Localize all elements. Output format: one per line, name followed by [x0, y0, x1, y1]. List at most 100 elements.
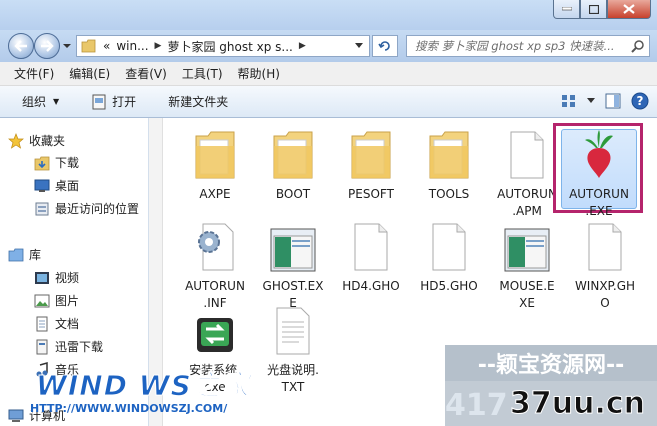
menu-tools[interactable]: 工具(T) [182, 65, 223, 82]
command-bar: 组织 ▼ 打开 新建文件夹 ? [0, 86, 657, 118]
window-controls [553, 0, 651, 19]
file-item[interactable]: TOOLS [409, 126, 489, 203]
nav-desktop[interactable]: 桌面 [34, 177, 79, 194]
file-item[interactable]: HD4.GHO [331, 218, 411, 295]
nav-favorites[interactable]: 收藏夹 [8, 132, 65, 149]
minimize-button[interactable] [553, 0, 580, 19]
watermark-site-name: 37uu.cn [510, 386, 646, 422]
file-name: HD4.GHO [342, 279, 400, 293]
nav-label: 下载 [55, 156, 80, 170]
file-item[interactable]: GHOST.EX E [253, 218, 333, 312]
folder-icon [188, 126, 242, 180]
open-button[interactable]: 打开 [91, 93, 136, 110]
menu-file[interactable]: 文件(F) [14, 65, 54, 82]
file-item[interactable]: AUTORUN .INF [175, 218, 255, 312]
nav-recent-places[interactable]: 最近访问的位置 [34, 200, 139, 217]
file-name: AUTORUN .EXE [569, 187, 629, 218]
settings-file-icon [188, 218, 242, 272]
file-name: TOOLS [428, 187, 470, 201]
breadcrumb-item[interactable]: win... ▶ [116, 39, 161, 53]
close-button[interactable] [607, 0, 651, 19]
svg-text:?: ? [637, 94, 644, 108]
recent-pages-dropdown-icon[interactable] [62, 41, 72, 51]
search-input[interactable]: 搜索 萝卜家园 ghost xp sp3 快速装... [406, 35, 650, 57]
open-label: 打开 [112, 95, 137, 109]
file-item-selected[interactable]: AUTORUN .EXE [561, 129, 637, 218]
breadcrumb-item[interactable]: 萝卜家园 ghost xp s... ▶ [167, 38, 305, 55]
file-item[interactable]: 安装系统. exe [175, 302, 255, 396]
nav-label: 库 [29, 248, 42, 262]
desktop-icon [34, 178, 50, 194]
file-name: AUTORUN .APM [497, 187, 557, 218]
address-dropdown-icon[interactable] [355, 43, 363, 49]
nav-music[interactable]: 音乐 [34, 361, 79, 378]
address-overflow[interactable]: « [103, 39, 110, 53]
document-icon [578, 218, 632, 272]
nav-label: 计算机 [29, 409, 66, 423]
open-icon [92, 94, 106, 109]
file-item[interactable]: HD5.GHO [409, 218, 489, 295]
nav-computer[interactable]: 计算机 [8, 407, 65, 424]
nav-label: 音乐 [55, 363, 80, 377]
refresh-button[interactable] [372, 35, 398, 57]
menu-bar: 文件(F) 编辑(E) 查看(V) 工具(T) 帮助(H) [0, 62, 657, 86]
nav-label: 迅雷下载 [55, 340, 104, 354]
change-view-icon[interactable] [561, 94, 577, 108]
nav-label: 文档 [55, 317, 80, 331]
folder-icon [81, 39, 96, 53]
nav-label: 最近访问的位置 [55, 202, 140, 216]
watermark-number: 417 [445, 388, 508, 423]
preview-pane-icon[interactable] [605, 93, 621, 109]
document-icon [344, 218, 398, 272]
text-file-icon [266, 302, 320, 356]
address-row: « win... ▶ 萝卜家园 ghost xp s... ▶ 搜索 萝卜家园 gh… [0, 30, 657, 62]
file-item[interactable]: WINXP.GH O [565, 218, 645, 312]
help-icon[interactable]: ? [631, 92, 649, 110]
file-name: 光盘说明. TXT [267, 363, 319, 394]
nav-pictures[interactable]: 图片 [34, 292, 79, 309]
menu-edit[interactable]: 编辑(E) [69, 65, 110, 82]
resource-site-watermark: --颖宝资源网-- [445, 345, 657, 381]
document-icon [422, 218, 476, 272]
exe-window-icon [500, 218, 554, 272]
nav-label: 收藏夹 [29, 134, 66, 148]
nav-thunder-downloads[interactable]: 迅雷下载 [34, 338, 103, 355]
title-bar [0, 0, 657, 30]
library-icon [8, 247, 24, 263]
file-item[interactable]: PESOFT [331, 126, 411, 203]
file-item[interactable]: MOUSE.E XE [487, 218, 567, 312]
music-library-icon [34, 361, 50, 378]
document-library-icon [34, 316, 50, 332]
thunder-library-icon [34, 339, 50, 355]
file-item[interactable]: BOOT [253, 126, 333, 203]
nav-label: 桌面 [55, 179, 80, 193]
video-library-icon [34, 270, 50, 286]
star-icon [8, 132, 24, 149]
search-icon [631, 40, 644, 53]
nav-videos[interactable]: 视频 [34, 269, 79, 286]
search-placeholder: 搜索 萝卜家园 ghost xp sp3 快速装... [415, 39, 615, 53]
view-dropdown-icon[interactable] [587, 98, 595, 104]
organize-button[interactable]: 组织 ▼ [22, 93, 59, 110]
nav-documents[interactable]: 文档 [34, 315, 79, 332]
file-item[interactable]: 光盘说明. TXT [253, 302, 333, 396]
maximize-button[interactable] [580, 0, 607, 19]
document-icon [500, 126, 554, 180]
file-name: BOOT [275, 187, 311, 201]
nav-label: 视频 [55, 271, 80, 285]
exe-window-icon [266, 218, 320, 272]
menu-view[interactable]: 查看(V) [125, 65, 167, 82]
back-button[interactable] [8, 33, 34, 59]
menu-help[interactable]: 帮助(H) [238, 65, 280, 82]
nav-label: 图片 [55, 294, 80, 308]
new-folder-label: 新建文件夹 [168, 95, 229, 109]
new-folder-button[interactable]: 新建文件夹 [168, 93, 228, 110]
forward-button[interactable] [34, 33, 60, 59]
navigation-scrollbar[interactable] [149, 118, 163, 426]
nav-libraries[interactable]: 库 [8, 246, 41, 263]
file-name: AXPE [199, 187, 231, 201]
recent-places-icon [34, 201, 50, 217]
nav-downloads[interactable]: 下载 [34, 154, 79, 171]
file-item[interactable]: AXPE [175, 126, 255, 203]
address-bar[interactable]: « win... ▶ 萝卜家园 ghost xp s... ▶ [76, 35, 370, 57]
